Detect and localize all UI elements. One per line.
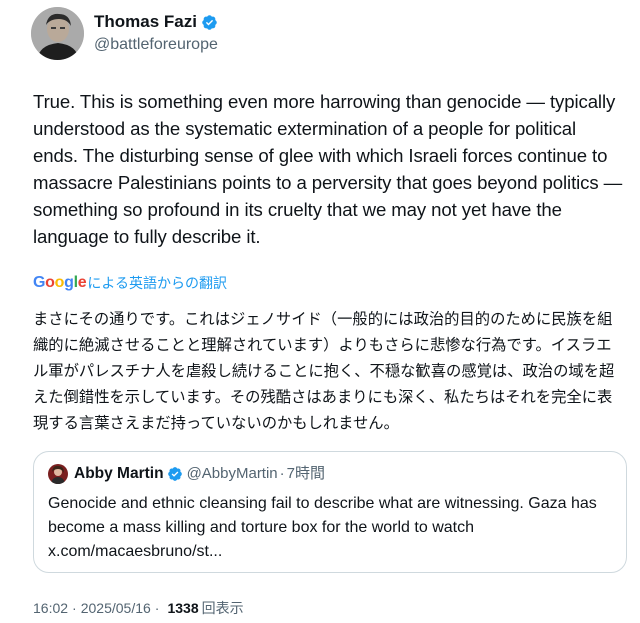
meta-separator-views: · <box>154 600 160 616</box>
quoted-tweet-card[interactable]: Abby Martin @AbbyMartin · 7時間 Genocide a… <box>33 451 627 573</box>
google-logo: Google <box>33 274 87 291</box>
quoted-separator: · <box>279 465 285 482</box>
quoted-author-name: Abby Martin <box>74 465 164 482</box>
tweet-header: Thomas Fazi @battleforeurope <box>31 7 218 60</box>
author-avatar[interactable] <box>31 7 84 60</box>
meta-separator: · <box>72 600 77 616</box>
translation-label[interactable]: による英語からの翻訳 <box>87 273 227 293</box>
quoted-verified-badge-icon <box>167 466 183 482</box>
tweet-time[interactable]: 16:02 <box>33 600 68 616</box>
quoted-author-handle: @AbbyMartin <box>186 465 278 482</box>
views-count: 1338 <box>167 600 199 616</box>
views-label: 回表示 <box>201 600 244 616</box>
author-handle[interactable]: @battleforeurope <box>94 34 218 56</box>
quoted-tweet-text: Genocide and ethnic cleansing fail to de… <box>48 495 597 560</box>
quoted-author-avatar <box>48 464 68 484</box>
tweet-date[interactable]: 2025/05/16 <box>81 600 151 616</box>
tweet-meta: 16:02 · 2025/05/16 · 1338 回表示 <box>33 598 244 618</box>
translated-text: まさにその通りです。これはジェノサイド（一般的には政治的目的のために民族を組織的… <box>33 311 615 432</box>
quoted-timestamp: 7時間 <box>286 465 325 482</box>
translation-attribution[interactable]: Google による英語からの翻訳 <box>33 273 227 293</box>
verified-badge-icon <box>201 14 218 31</box>
tweet-text: True. This is something even more harrow… <box>33 91 623 247</box>
author-name[interactable]: Thomas Fazi <box>94 11 197 33</box>
